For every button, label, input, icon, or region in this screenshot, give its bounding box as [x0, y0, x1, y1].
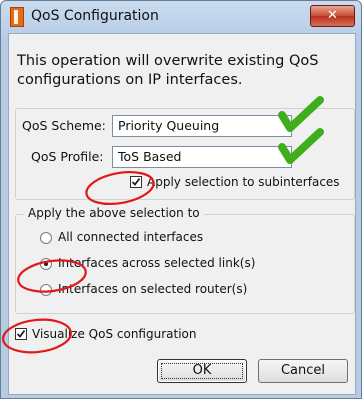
qos-selection-group: QoS Scheme: Priority Queuing QoS Profile… [15, 108, 355, 200]
radio-selected-links[interactable] [40, 258, 52, 270]
radio-selected-routers[interactable] [40, 284, 52, 296]
ok-button[interactable]: OK [157, 359, 247, 383]
warning-message: This operation will overwrite existing Q… [17, 53, 319, 88]
cancel-button[interactable]: Cancel [258, 359, 348, 383]
window-title: QoS Configuration [31, 8, 159, 24]
radio-selected-routers-label: Interfaces on selected router(s) [58, 282, 248, 296]
qos-scheme-select[interactable]: Priority Queuing [112, 115, 292, 137]
radio-selected-links-label: Interfaces across selected link(s) [58, 256, 256, 270]
cancel-button-label: Cancel [280, 363, 326, 378]
checkmark-icon [16, 329, 26, 338]
apply-subinterfaces-checkbox[interactable] [130, 176, 142, 188]
qos-profile-select[interactable]: ToS Based [112, 146, 292, 168]
visualize-qos-checkbox[interactable] [15, 328, 27, 340]
radio-all-connected-label: All connected interfaces [58, 230, 204, 244]
title-bar[interactable]: QoS Configuration ✕ [1, 1, 361, 33]
visualize-qos-label: Visualize QoS configuration [32, 327, 197, 341]
close-button[interactable]: ✕ [310, 5, 355, 27]
qos-profile-label: QoS Profile: [31, 149, 104, 164]
dialog-window: QoS Configuration ✕ This operation will … [0, 0, 362, 399]
checkmark-icon [131, 177, 141, 186]
dialog-body: This operation will overwrite existing Q… [8, 33, 356, 395]
radio-all-connected[interactable] [40, 232, 52, 244]
apply-scope-group: Apply the above selection to All connect… [15, 206, 355, 314]
apply-subinterfaces-label: Apply selection to subinterfaces [147, 175, 340, 189]
focus-rectangle [161, 363, 243, 379]
apply-scope-legend: Apply the above selection to [24, 206, 204, 220]
qos-scheme-label: QoS Scheme: [22, 118, 106, 133]
app-icon [10, 7, 24, 27]
